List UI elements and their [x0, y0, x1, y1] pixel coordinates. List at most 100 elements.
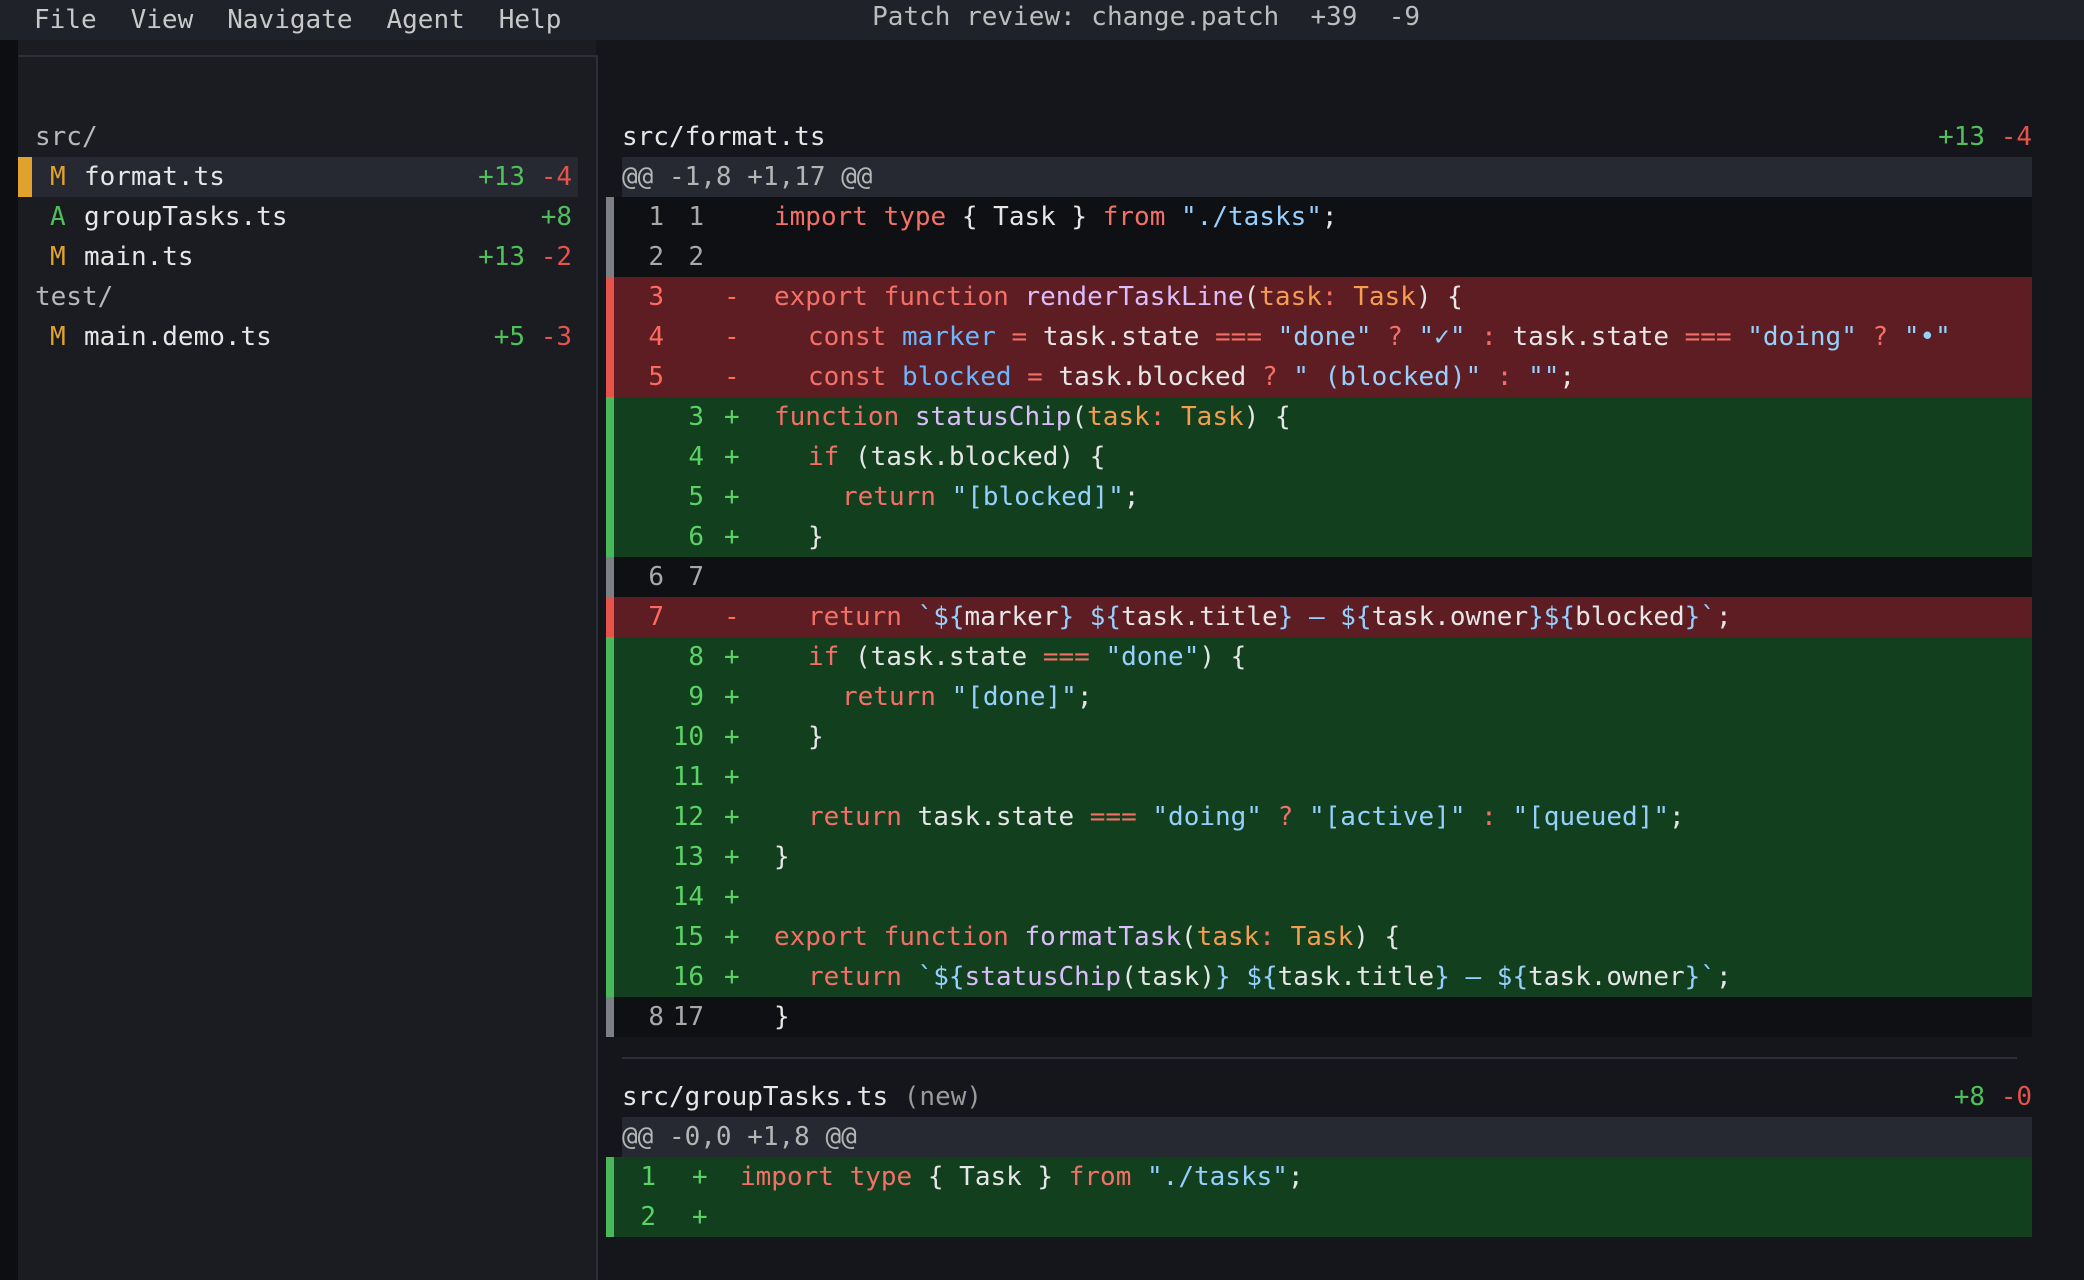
code-token: "doing" [1152, 802, 1262, 832]
deletions-count: -2 [540, 242, 572, 272]
code-token: : [1149, 402, 1166, 432]
change-marker: + [724, 882, 740, 912]
diff-line-added[interactable]: 14 + [606, 877, 2032, 917]
diff-line-removed[interactable]: 7 - return `${marker} ${task.title} — ${ta… [606, 597, 2032, 637]
hunk-header: @@ -0,0 +1,8 @@ [622, 1117, 2032, 1157]
code-text: export function renderTaskLine(task: Tas… [774, 277, 1463, 317]
old-line-number: 1 [648, 202, 664, 232]
file-name: main.ts [84, 242, 194, 272]
code-text: import type { Task } from "./tasks"; [740, 1157, 1304, 1197]
code-token: task.owner [1528, 962, 1685, 992]
diff-line-added[interactable]: 13 +} [606, 837, 2032, 877]
left-gutter [0, 40, 18, 1280]
window-title: Patch review: change.patch +39 -9 [872, 2, 1421, 32]
code-token: "[queued]" [1512, 802, 1669, 832]
diff-line-added[interactable]: 6 +} [606, 517, 2032, 557]
code-token: (task.state [839, 642, 1043, 672]
new-line-number: 13 [672, 842, 704, 872]
code-token: task.state [1496, 322, 1685, 352]
code-text: if (task.state === "done") { [808, 637, 1246, 677]
file-divider [622, 1057, 2017, 1059]
code-token: : [1481, 322, 1497, 352]
change-counts: +13 -4 [1938, 117, 2032, 157]
diff-line-context[interactable]: 1 1 import type { Task } from "./tasks"; [606, 197, 2032, 237]
deletions-count: -0 [2000, 1082, 2032, 1112]
diff-line-added[interactable]: 8 + if (task.state === "done") { [606, 637, 2032, 677]
file-tree-item[interactable]: M main.ts +13 -2 [18, 237, 578, 277]
diff-line-removed[interactable]: 4 - const marker = task.state === "done" ?… [606, 317, 2032, 357]
code-token: import [740, 1162, 834, 1192]
diff-line-added[interactable]: 15 + export function formatTask(task: Task… [606, 917, 2032, 957]
file-path: src/format.ts [622, 122, 826, 152]
diff-line-added[interactable]: 11 + [606, 757, 2032, 797]
new-line-number: 11 [672, 762, 704, 792]
diff-line-removed[interactable]: 5 - const blocked = task.blocked ? " (bloc… [606, 357, 2032, 397]
menu-help[interactable]: Help [482, 0, 579, 40]
diff-file-header[interactable]: src/format.ts +13 -4 [622, 117, 2032, 157]
diff-line-added[interactable]: 12 + return task.state === "doing" ? "[act… [606, 797, 2032, 837]
file-tree-item[interactable]: M main.demo.ts +5 -3 [18, 317, 578, 357]
menu-navigate[interactable]: Navigate [210, 0, 369, 40]
change-gutter-marker [606, 797, 614, 837]
code-token: ; [1715, 602, 1732, 632]
old-line-number: 8 [648, 1002, 664, 1032]
new-line-number: 10 [672, 722, 704, 752]
diff-line-added[interactable]: 5 + return "[blocked]"; [606, 477, 2032, 517]
diff-line-context[interactable]: 22 [606, 237, 2032, 277]
code-token: task.title [1277, 962, 1435, 992]
code-text: return `${marker} ${task.title} — ${task… [808, 597, 1732, 637]
change-counts: +13 -2 [478, 237, 572, 277]
new-line-number: 8 [688, 642, 704, 672]
old-line-number: 3 [648, 282, 664, 312]
divider [18, 55, 596, 57]
change-gutter-marker [606, 517, 614, 557]
code-token: task.blocked [1042, 362, 1262, 392]
diff-file-header[interactable]: src/groupTasks.ts (new) +8 -0 [622, 1077, 2032, 1117]
diff-line-added[interactable]: 2 + [606, 1197, 2032, 1237]
diff-line-added[interactable]: 1 + import type { Task } from "./tasks"; [606, 1157, 2032, 1197]
code-token: ? [1261, 362, 1278, 392]
menu-agent[interactable]: Agent [369, 0, 481, 40]
diff-line-added[interactable]: 9 + return "[done]"; [606, 677, 2032, 717]
code-token: === [1215, 322, 1262, 352]
code-text: return "[blocked]"; [842, 477, 1139, 517]
file-tree-item[interactable]: A groupTasks.ts +8 [18, 197, 578, 237]
panel-divider[interactable] [596, 55, 598, 1280]
diff-line-added[interactable]: 4 + if (task.blocked) { [606, 437, 2032, 477]
code-token: : [1321, 282, 1338, 312]
old-line-number: 2 [648, 242, 664, 272]
folder-src[interactable]: src/ [35, 117, 98, 157]
code-text: } [774, 997, 790, 1037]
diff-line-removed[interactable]: 3 - export function renderTaskLine(task: T… [606, 277, 2032, 317]
change-counts: +8 -0 [1954, 1077, 2032, 1117]
new-line-number: 1 [640, 1162, 656, 1192]
diff-line-added[interactable]: 16 + return `${statusChip(task)} ${task.ti… [606, 957, 2032, 997]
change-marker: + [724, 722, 740, 752]
diff-line-context[interactable]: 8 17} [606, 997, 2032, 1037]
menu-view[interactable]: View [114, 0, 211, 40]
menu-file[interactable]: File [0, 0, 114, 40]
change-gutter-marker [606, 597, 614, 637]
file-tree-item[interactable]: M format.ts +13 -4 [18, 157, 578, 197]
code-token: "done" [1277, 322, 1372, 352]
new-line-number: 16 [672, 962, 704, 992]
diff-line-context[interactable]: 67 [606, 557, 2032, 597]
code-token: renderTaskLine [1024, 282, 1244, 312]
folder-test[interactable]: test/ [35, 277, 113, 317]
change-marker: - [724, 362, 740, 392]
code-token: statusChip [914, 402, 1072, 432]
code-token: marker [964, 602, 1059, 632]
code-token: (task.blocked) { [839, 442, 1106, 472]
additions-count: +13 [478, 162, 526, 192]
new-line-number: 9 [688, 682, 704, 712]
diff-line-added[interactable]: 3 + function statusChip(task: Task) { [606, 397, 2032, 437]
diff-line-added[interactable]: 10 +} [606, 717, 2032, 757]
